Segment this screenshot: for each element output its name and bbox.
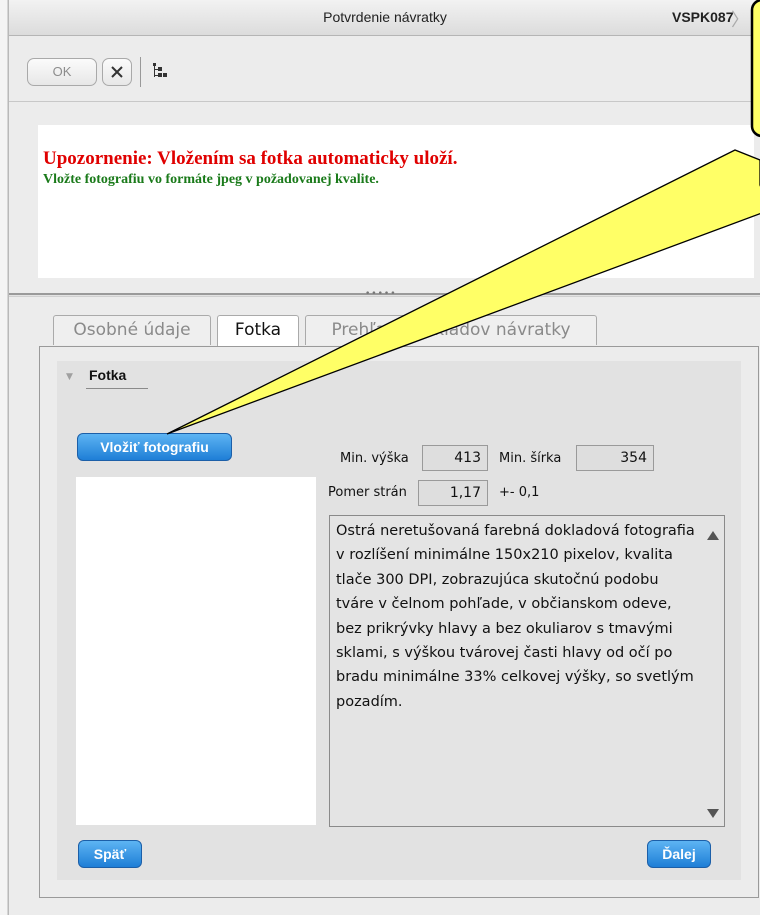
callout-annotation — [166, 0, 760, 435]
